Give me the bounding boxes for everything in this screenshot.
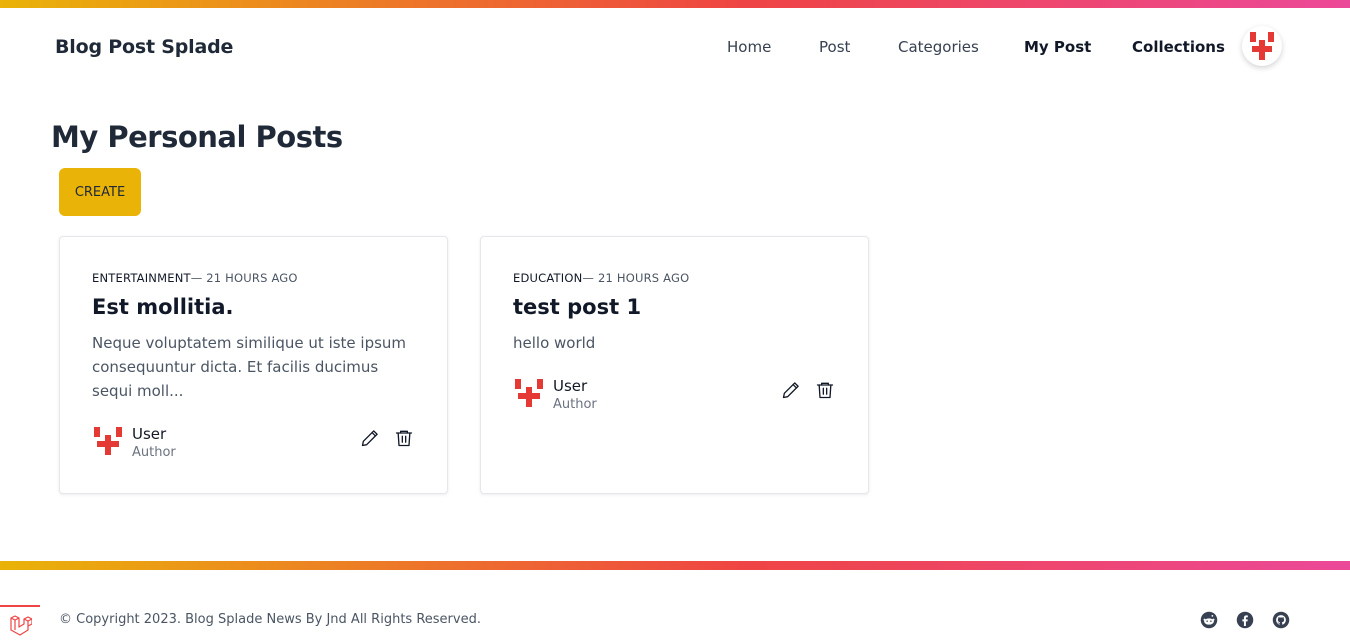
edit-post-button[interactable]: [780, 379, 802, 401]
nav-my-post[interactable]: My Post: [1024, 38, 1091, 56]
navbar: Blog Post Splade Home Post Categories My…: [0, 8, 1350, 88]
author-name: User: [553, 377, 588, 395]
top-gradient-bar: [0, 0, 1350, 8]
post-actions: [359, 427, 415, 449]
author-avatar-icon: [94, 427, 122, 455]
edit-post-button[interactable]: [359, 427, 381, 449]
post-excerpt: Neque voluptatem similique ut iste ipsum…: [92, 334, 407, 400]
post-author: User Author: [513, 377, 597, 415]
nav-post[interactable]: Post: [819, 38, 850, 56]
post-time: — 21 HOURS AGO: [582, 271, 690, 285]
reddit-icon[interactable]: [1200, 611, 1218, 629]
post-card: EDUCATION— 21 HOURS AGO test post 1 hell…: [480, 236, 869, 494]
post-title[interactable]: test post 1: [513, 295, 641, 319]
user-avatar-button[interactable]: [1242, 26, 1282, 66]
nav-categories[interactable]: Categories: [898, 38, 979, 56]
post-excerpt: hello world: [513, 334, 596, 352]
post-actions: [780, 379, 836, 401]
laravel-logo-icon[interactable]: [0, 605, 40, 642]
brand-logo-text[interactable]: Blog Post Splade: [55, 36, 233, 58]
pencil-icon: [782, 382, 799, 399]
post-meta: ENTERTAINMENT— 21 HOURS AGO: [92, 271, 298, 285]
create-post-button[interactable]: CREATE: [59, 168, 141, 216]
author-name: User: [132, 425, 167, 443]
nav-home[interactable]: Home: [727, 38, 771, 56]
delete-post-button[interactable]: [814, 379, 836, 401]
post-category[interactable]: ENTERTAINMENT: [92, 271, 191, 285]
avatar-icon: [1250, 32, 1274, 60]
trash-icon: [816, 382, 834, 399]
post-time: — 21 HOURS AGO: [190, 271, 298, 285]
delete-post-button[interactable]: [393, 427, 415, 449]
facebook-icon[interactable]: [1236, 611, 1254, 629]
post-card: ENTERTAINMENT— 21 HOURS AGO Est mollitia…: [59, 236, 448, 494]
github-icon[interactable]: [1272, 611, 1290, 629]
post-title[interactable]: Est mollitia.: [92, 295, 233, 319]
post-category[interactable]: EDUCATION: [513, 271, 582, 285]
nav-collections[interactable]: Collections: [1132, 38, 1225, 56]
copyright-text: © Copyright 2023. Blog Splade News By Jn…: [59, 612, 481, 627]
post-meta: EDUCATION— 21 HOURS AGO: [513, 271, 689, 285]
post-author: User Author: [92, 425, 176, 463]
author-role: Author: [553, 397, 597, 412]
author-avatar-icon: [515, 379, 543, 407]
trash-icon: [395, 430, 413, 447]
page-title: My Personal Posts: [51, 120, 343, 154]
pencil-icon: [361, 430, 378, 447]
footer-gradient-bar: [0, 561, 1350, 570]
author-role: Author: [132, 445, 176, 460]
